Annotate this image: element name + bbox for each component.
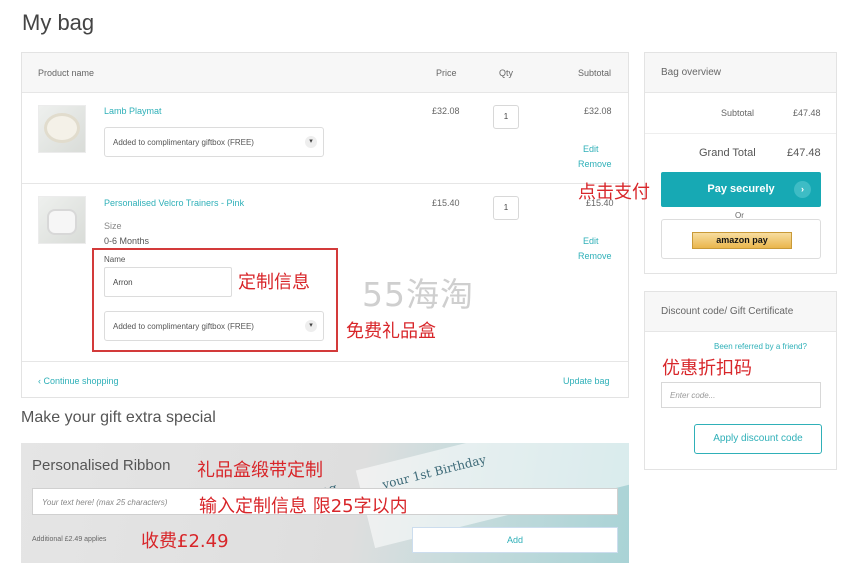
annotation-input-limit: 输入定制信息 限25字以内 bbox=[199, 496, 408, 517]
header-price: Price bbox=[436, 68, 457, 78]
annotation-free-giftbox: 免费礼品盒 bbox=[346, 321, 436, 342]
referred-friend-link[interactable]: Been referred by a friend? bbox=[714, 342, 807, 351]
bag-overview-title: Bag overview bbox=[645, 53, 836, 93]
giftbox-select-value: Added to complimentary giftbox (FREE) bbox=[113, 138, 254, 147]
divider bbox=[645, 133, 836, 134]
remove-link[interactable]: Remove bbox=[578, 159, 612, 169]
annotation-box-custom bbox=[92, 248, 338, 352]
discount-panel: Discount code/ Gift Certificate Been ref… bbox=[644, 291, 837, 470]
size-label: Size bbox=[104, 221, 122, 231]
ribbon-add-button[interactable]: Add bbox=[412, 527, 618, 553]
grand-total-label: Grand Total bbox=[699, 147, 756, 159]
amazon-pay-button[interactable]: amazon pay bbox=[661, 219, 821, 259]
row-divider bbox=[22, 361, 628, 362]
chevron-down-icon: ▾ bbox=[305, 136, 317, 148]
annotation-discount: 优惠折扣码 bbox=[662, 358, 752, 379]
product-name-link[interactable]: Lamb Playmat bbox=[104, 106, 162, 116]
row-divider bbox=[22, 183, 628, 184]
header-qty: Qty bbox=[499, 68, 514, 78]
annotation-custom-info: 定制信息 bbox=[238, 272, 310, 293]
edit-link[interactable]: Edit bbox=[583, 236, 599, 246]
gift-section-title: Make your gift extra special bbox=[21, 409, 216, 426]
discount-code-input[interactable]: Enter code... bbox=[661, 382, 821, 408]
annotation-pay: 点击支付 bbox=[578, 182, 650, 203]
item-price: £32.08 bbox=[432, 106, 460, 116]
qty-input[interactable]: 1 bbox=[493, 105, 519, 129]
watermark: 55海淘 bbox=[362, 275, 474, 314]
edit-link[interactable]: Edit bbox=[583, 144, 599, 154]
size-value: 0-6 Months bbox=[104, 236, 150, 246]
subtotal-label: Subtotal bbox=[721, 108, 755, 118]
pay-securely-button[interactable]: Pay securely › bbox=[661, 172, 821, 207]
annotation-ribbon: 礼品盒缎带定制 bbox=[197, 460, 323, 481]
ribbon-title: Personalised Ribbon bbox=[32, 457, 171, 474]
continue-shopping-link[interactable]: ‹ Continue shopping bbox=[38, 376, 119, 386]
remove-link[interactable]: Remove bbox=[578, 251, 612, 261]
ribbon-fee-text: Additional £2.49 applies bbox=[32, 536, 107, 543]
page-title: My bag bbox=[22, 10, 95, 35]
annotation-fee: 收费£2.49 bbox=[141, 531, 229, 552]
product-name-link[interactable]: Personalised Velcro Trainers - Pink bbox=[104, 198, 244, 208]
bag-overview-panel: Bag overview Subtotal £47.48 Grand Total… bbox=[644, 52, 837, 274]
subtotal-value: £47.48 bbox=[793, 108, 821, 118]
header-product: Product name bbox=[38, 68, 95, 78]
amazon-pay-logo: amazon pay bbox=[692, 232, 792, 249]
apply-discount-button[interactable]: Apply discount code bbox=[694, 424, 822, 454]
product-image-lamb-playmat[interactable] bbox=[38, 105, 86, 153]
arrow-right-icon: › bbox=[794, 181, 811, 198]
discount-title: Discount code/ Gift Certificate bbox=[645, 292, 836, 332]
item-price: £15.40 bbox=[432, 198, 460, 208]
update-bag-link[interactable]: Update bag bbox=[563, 376, 610, 386]
giftbox-select[interactable]: Added to complimentary giftbox (FREE) ▾ bbox=[104, 127, 324, 157]
grand-total-value: £47.48 bbox=[787, 147, 821, 159]
item-subtotal: £32.08 bbox=[584, 106, 612, 116]
qty-input[interactable]: 1 bbox=[493, 196, 519, 220]
header-subtotal: Subtotal bbox=[578, 68, 612, 78]
product-image-velcro-trainers[interactable] bbox=[38, 196, 86, 244]
bag-table-header: Product name Price Qty Subtotal bbox=[22, 53, 628, 93]
pay-securely-label: Pay securely bbox=[707, 183, 775, 195]
